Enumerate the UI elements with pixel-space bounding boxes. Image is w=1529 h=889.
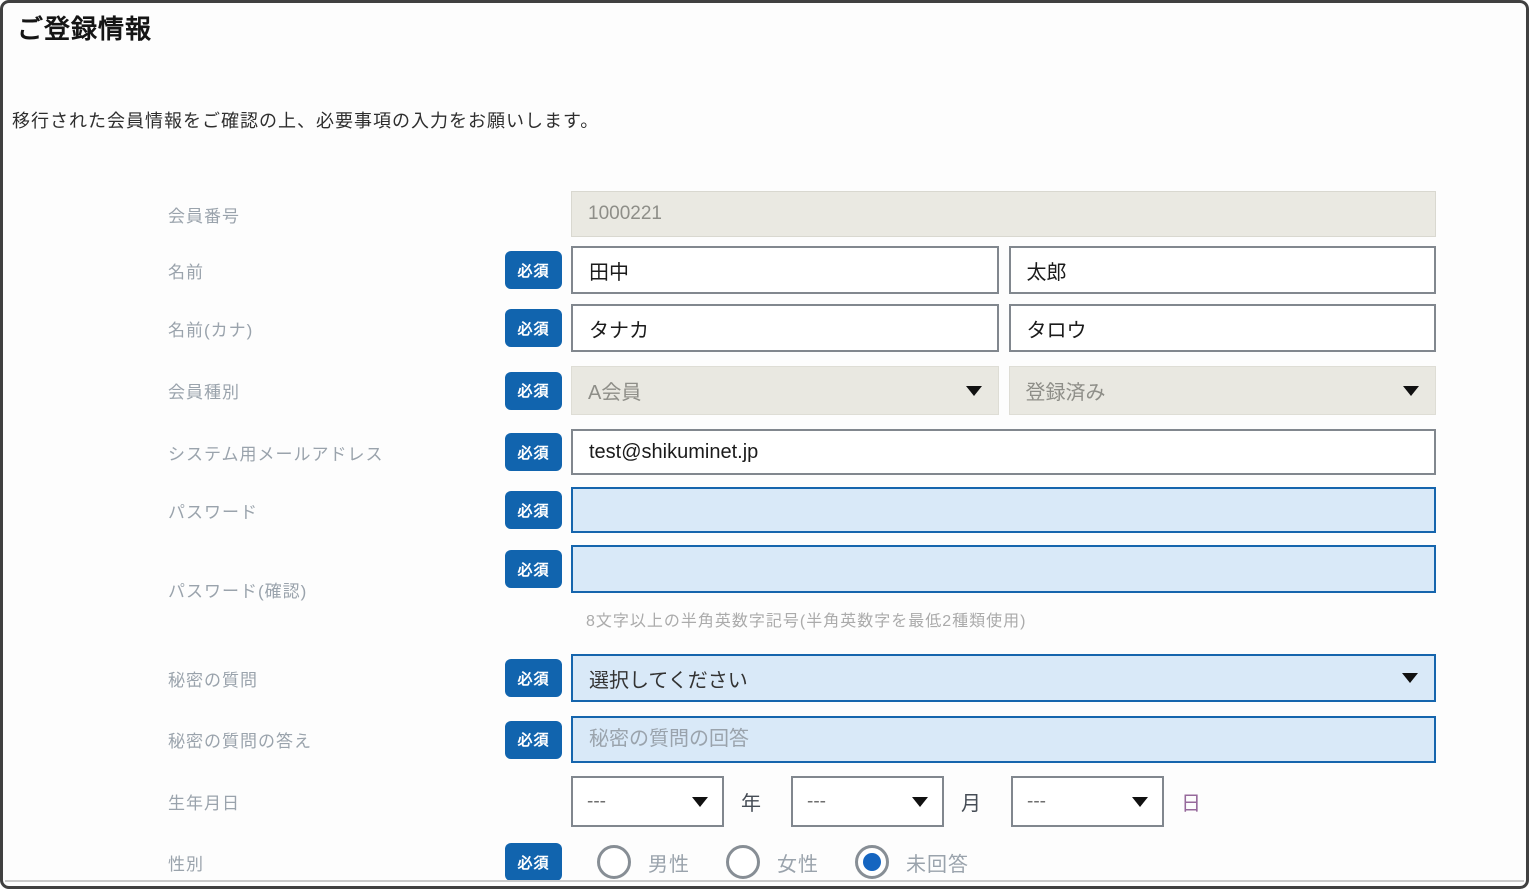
chevron-down-icon [1402, 673, 1418, 683]
secret-question-label: 秘密の質問 [168, 666, 505, 691]
row-member-number: 会員番号 [3, 191, 1526, 237]
member-status-select: 登録済み [1009, 366, 1437, 415]
name-label: 名前 [168, 258, 505, 283]
noanswer-label: 未回答 [906, 848, 969, 877]
password-label: パスワード [168, 498, 505, 523]
birth-month-value: --- [807, 791, 826, 813]
page-subtitle: 移行された会員情報をご確認の上、必要事項の入力をお願いします。 [12, 107, 599, 133]
female-label: 女性 [777, 848, 819, 877]
required-badge: 必須 [505, 491, 562, 529]
member-number-label: 会員番号 [168, 202, 505, 227]
gender-option-noanswer: 未回答 [855, 845, 969, 879]
secret-question-value: 選択してください [589, 664, 748, 693]
chevron-down-icon [692, 797, 708, 807]
row-password: パスワード 必須 [3, 487, 1526, 533]
required-badge: 必須 [505, 659, 562, 697]
first-name-kana-input[interactable] [1009, 304, 1437, 352]
day-unit: 日 [1181, 787, 1201, 816]
first-name-input[interactable] [1009, 246, 1437, 294]
required-badge: 必須 [505, 433, 562, 471]
last-name-kana-input[interactable] [571, 304, 999, 352]
row-password-confirm: パスワード(確認) 必須 [3, 545, 1526, 593]
radio-noanswer[interactable] [855, 845, 889, 879]
radio-male[interactable] [597, 845, 631, 879]
chevron-down-icon [912, 797, 928, 807]
member-status-value: 登録済み [1026, 376, 1106, 405]
email-label: システム用メールアドレス [168, 440, 505, 465]
member-type-value: A会員 [588, 376, 641, 405]
row-password-hint: 8文字以上の半角英数字記号(半角英数字を最低2種類使用) [3, 607, 1526, 631]
row-birthdate: 生年月日 --- 年 --- 月 --- 日 [3, 776, 1526, 827]
gender-option-male: 男性 [597, 845, 690, 879]
birthdate-label: 生年月日 [168, 789, 505, 814]
month-unit: 月 [961, 787, 981, 816]
member-type-label: 会員種別 [168, 378, 505, 403]
member-number-input [571, 191, 1436, 237]
password-input[interactable] [571, 487, 1436, 533]
row-gender: 性別 必須 男性 女性 未回答 [3, 841, 1526, 883]
bottom-divider [5, 880, 1524, 882]
row-name-kana: 名前(カナ) 必須 [3, 304, 1526, 352]
birth-day-value: --- [1027, 791, 1046, 813]
required-badge: 必須 [505, 309, 562, 347]
row-email: システム用メールアドレス 必須 [3, 429, 1526, 475]
required-badge: 必須 [505, 843, 562, 881]
row-name: 名前 必須 [3, 246, 1526, 294]
chevron-down-icon [1132, 797, 1148, 807]
password-confirm-input[interactable] [571, 545, 1436, 593]
secret-question-select[interactable]: 選択してください [571, 654, 1436, 702]
required-badge: 必須 [505, 372, 562, 410]
chevron-down-icon [966, 386, 982, 396]
birth-day-select[interactable]: --- [1011, 776, 1164, 827]
male-label: 男性 [648, 848, 690, 877]
birth-month-select[interactable]: --- [791, 776, 944, 827]
member-type-select: A会員 [571, 366, 999, 415]
email-input[interactable] [571, 429, 1436, 475]
password-confirm-label: パスワード(確認) [168, 577, 505, 602]
secret-answer-input[interactable] [571, 716, 1436, 763]
gender-label: 性別 [168, 850, 505, 875]
page-title: ご登録情報 [17, 9, 152, 46]
password-hint: 8文字以上の半角英数字記号(半角英数字を最低2種類使用) [586, 607, 1026, 631]
radio-female[interactable] [726, 845, 760, 879]
name-kana-label: 名前(カナ) [168, 316, 505, 341]
row-secret-answer: 秘密の質問の答え 必須 [3, 716, 1526, 763]
chevron-down-icon [1403, 386, 1419, 396]
birth-year-select[interactable]: --- [571, 776, 724, 827]
gender-option-female: 女性 [726, 845, 819, 879]
row-secret-question: 秘密の質問 必須 選択してください [3, 654, 1526, 702]
year-unit: 年 [741, 787, 761, 816]
row-member-type: 会員種別 必須 A会員 登録済み [3, 366, 1526, 415]
required-badge: 必須 [505, 721, 562, 759]
last-name-input[interactable] [571, 246, 999, 294]
required-badge: 必須 [505, 550, 562, 588]
required-badge: 必須 [505, 251, 562, 289]
secret-answer-label: 秘密の質問の答え [168, 727, 505, 752]
registration-form: ご登録情報 移行された会員情報をご確認の上、必要事項の入力をお願いします。 会員… [0, 0, 1529, 889]
birth-year-value: --- [587, 791, 606, 813]
